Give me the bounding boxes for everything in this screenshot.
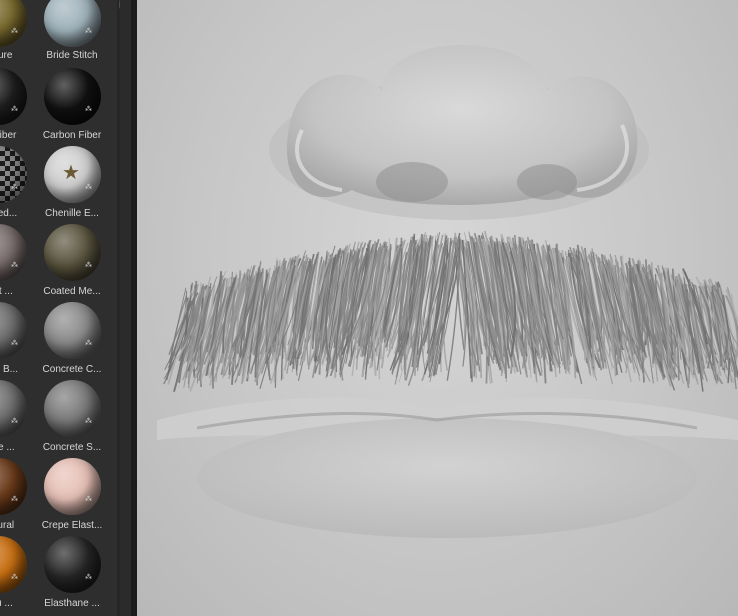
material-badge-icon: ⁂ bbox=[11, 184, 18, 191]
concrete-sphere-icon bbox=[0, 302, 27, 359]
material-tile[interactable]: ⁂ Elasthane ... bbox=[37, 536, 107, 614]
material-badge-icon: ⁂ bbox=[11, 106, 18, 113]
leather-sphere-icon bbox=[0, 458, 27, 515]
concrete-sphere-icon bbox=[0, 380, 27, 437]
gold-sphere-icon bbox=[0, 0, 27, 47]
panel-scrollbar[interactable] bbox=[117, 0, 120, 616]
material-badge-icon: ⁂ bbox=[85, 418, 92, 425]
material-tile-label: Bride Stitch bbox=[46, 50, 98, 61]
material-badge-icon: ⁂ bbox=[11, 496, 18, 503]
material-badge-icon: ⁂ bbox=[85, 496, 92, 503]
material-tile-label: Elasthane ... bbox=[44, 598, 100, 609]
concrete-sphere-icon bbox=[44, 380, 101, 437]
material-tile[interactable]: ⁂ Crepe Elast... bbox=[37, 458, 107, 536]
left-nostril bbox=[376, 162, 448, 202]
face-render bbox=[157, 45, 738, 538]
right-nostril bbox=[517, 164, 577, 200]
material-badge-icon: ⁂ bbox=[85, 106, 92, 113]
material-badge-icon: ⁂ bbox=[11, 574, 18, 581]
carbon-sphere-icon bbox=[44, 68, 101, 125]
material-badge-icon: ⁂ bbox=[11, 418, 18, 425]
checkered-sphere-icon bbox=[0, 146, 27, 203]
material-tile[interactable]: ⁂ Concrete C... bbox=[37, 302, 107, 380]
dark-fabric-sphere-icon bbox=[44, 536, 101, 593]
mustache-hair bbox=[163, 230, 738, 392]
material-tile-label: Concrete C... bbox=[42, 364, 102, 375]
material-tile-label: Chenille E... bbox=[45, 208, 99, 219]
material-tile[interactable]: ⁂ Carbon Fiber bbox=[37, 68, 107, 146]
metal-sphere-icon bbox=[44, 224, 101, 281]
material-badge-icon: ⁂ bbox=[85, 574, 92, 581]
material-tile-label: Coated Me... bbox=[43, 286, 101, 297]
material-tile[interactable]: ⁂ Coated Me... bbox=[37, 224, 107, 302]
material-tile-label: Carbon Fiber bbox=[42, 130, 102, 141]
material-badge-icon: ⁂ bbox=[11, 340, 18, 347]
material-tile-label: Concrete S... bbox=[42, 442, 102, 453]
material-tile[interactable]: ⁂ Bride Stitch bbox=[37, 0, 107, 68]
panel-scrollbar-thumb[interactable] bbox=[119, 0, 120, 9]
orange-sphere-icon bbox=[0, 536, 27, 593]
concrete-sphere-icon bbox=[44, 302, 101, 359]
material-tile[interactable]: ★ ⁂ Chenille E... bbox=[37, 146, 107, 224]
material-badge-icon: ⁂ bbox=[11, 262, 18, 269]
fabric-sphere-icon bbox=[44, 0, 101, 47]
material-badge-icon: ⁂ bbox=[85, 28, 92, 35]
3d-viewport[interactable] bbox=[137, 0, 738, 616]
carbon-weave-sphere-icon bbox=[0, 68, 27, 125]
pink-sphere-icon bbox=[44, 458, 101, 515]
nose-shape bbox=[287, 45, 638, 205]
material-badge-icon: ⁂ bbox=[85, 184, 92, 191]
text-sphere-icon bbox=[0, 224, 27, 281]
material-library-panel: ⁂s Pure⁂on Fiber⁂ckered...⁂Text ...⁂cret… bbox=[0, 0, 120, 616]
material-badge-icon: ⁂ bbox=[11, 28, 18, 35]
star-sphere-icon: ★ bbox=[44, 146, 101, 203]
lower-lip bbox=[197, 418, 697, 538]
material-tile[interactable]: ⁂ Concrete S... bbox=[37, 380, 107, 458]
material-badge-icon: ⁂ bbox=[85, 262, 92, 269]
material-badge-icon: ⁂ bbox=[85, 340, 92, 347]
material-tile-label: Crepe Elast... bbox=[41, 520, 103, 531]
